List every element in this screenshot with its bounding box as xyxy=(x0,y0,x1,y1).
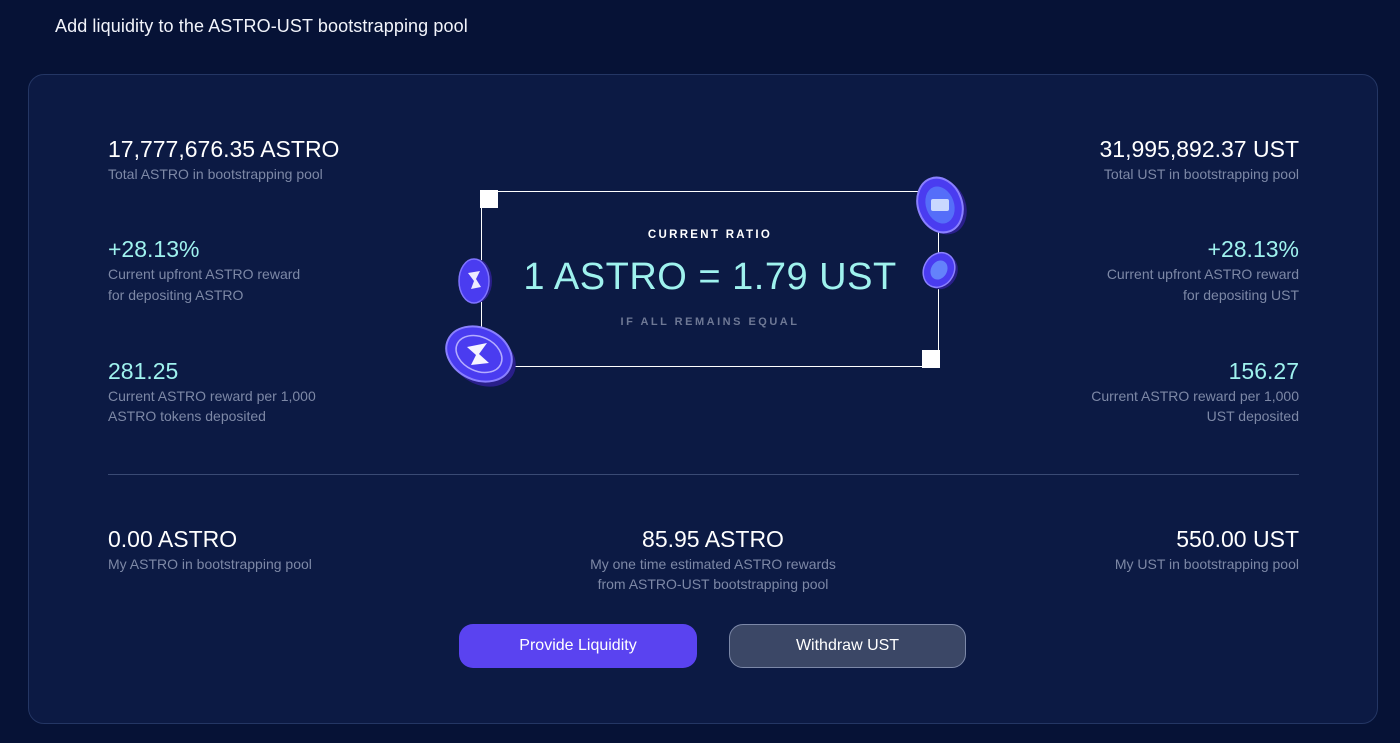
ust-reward-label-line1: Current upfront ASTRO reward xyxy=(1106,266,1299,282)
withdraw-ust-button[interactable]: Withdraw UST xyxy=(729,624,966,668)
total-ust-stat: 31,995,892.37 UST Total UST in bootstrap… xyxy=(1100,135,1299,185)
total-ust-value: 31,995,892.37 UST xyxy=(1099,136,1299,162)
my-rewards-value: 85.95 ASTRO xyxy=(642,526,784,552)
ratio-corner-bottom-right xyxy=(922,350,940,368)
ust-per-thousand-stat: 156.27 Current ASTRO reward per 1,000 US… xyxy=(1091,357,1299,426)
astro-per-thousand-label-line1: Current ASTRO reward per 1,000 xyxy=(108,388,316,404)
ust-reward-value: +28.13% xyxy=(1207,236,1299,262)
astro-reward-stat: +28.13% Current upfront ASTRO reward for… xyxy=(108,235,300,306)
astro-per-thousand-stat: 281.25 Current ASTRO reward per 1,000 AS… xyxy=(108,357,316,426)
my-ust-stat: 550.00 UST My UST in bootstrapping pool xyxy=(1115,525,1299,575)
astro-coin-icon xyxy=(445,325,516,387)
my-astro-value: 0.00 ASTRO xyxy=(108,526,238,552)
ust-reward-label-line2: for depositing UST xyxy=(1183,287,1299,303)
my-rewards-label-line2: from ASTRO-UST bootstrapping pool xyxy=(597,576,829,592)
astro-reward-label-line2: for depositing ASTRO xyxy=(108,287,244,303)
current-ratio-label: CURRENT RATIO xyxy=(647,229,773,241)
bootstrapping-panel: 17,777,676.35 ASTRO Total ASTRO in boots… xyxy=(28,74,1378,724)
my-astro-label: My ASTRO in bootstrapping pool xyxy=(108,556,312,572)
my-rewards-stat: 85.95 ASTRO My one time estimated ASTRO … xyxy=(513,525,913,594)
my-ust-label: My UST in bootstrapping pool xyxy=(1114,556,1299,572)
ust-per-thousand-value: 156.27 xyxy=(1228,358,1299,384)
astro-reward-label-line1: Current upfront ASTRO reward xyxy=(108,266,301,282)
ust-reward-stat: +28.13% Current upfront ASTRO reward for… xyxy=(1107,235,1299,306)
page-title: Add liquidity to the ASTRO-UST bootstrap… xyxy=(55,16,468,36)
my-astro-stat: 0.00 ASTRO My ASTRO in bootstrapping poo… xyxy=(108,525,312,575)
ratio-corner-top-left xyxy=(480,190,498,208)
astro-per-thousand-label-line2: ASTRO tokens deposited xyxy=(108,408,266,424)
total-astro-value: 17,777,676.35 ASTRO xyxy=(108,136,340,162)
ust-coin-icon xyxy=(922,251,958,290)
section-divider xyxy=(108,474,1299,475)
current-ratio-box: CURRENT RATIO 1 ASTRO = 1.79 UST IF ALL … xyxy=(480,190,940,368)
total-ust-label: Total UST in bootstrapping pool xyxy=(1103,166,1299,182)
ust-coin-icon xyxy=(916,176,967,235)
ust-per-thousand-label-line2: UST deposited xyxy=(1206,408,1299,424)
current-ratio-value: 1 ASTRO = 1.79 UST xyxy=(523,256,897,298)
total-astro-stat: 17,777,676.35 ASTRO Total ASTRO in boots… xyxy=(108,135,339,185)
ust-per-thousand-label-line1: Current ASTRO reward per 1,000 xyxy=(1091,388,1299,404)
astro-per-thousand-value: 281.25 xyxy=(108,358,179,384)
my-rewards-label-line1: My one time estimated ASTRO rewards xyxy=(590,556,836,572)
total-astro-label: Total ASTRO in bootstrapping pool xyxy=(108,166,323,182)
astro-coin-icon xyxy=(458,258,492,304)
provide-liquidity-button[interactable]: Provide Liquidity xyxy=(459,624,697,668)
ratio-note: IF ALL REMAINS EQUAL xyxy=(620,316,800,328)
my-ust-value: 550.00 UST xyxy=(1176,526,1299,552)
astro-reward-value: +28.13% xyxy=(108,236,200,262)
